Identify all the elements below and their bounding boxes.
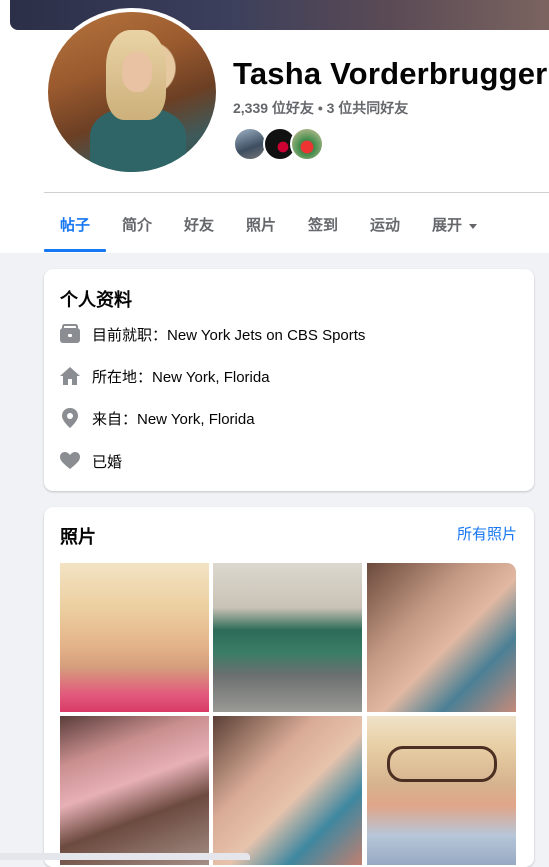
- tab-more[interactable]: 展开: [432, 214, 478, 235]
- intro-item-text: 来自：New York, Florida: [92, 410, 255, 428]
- mutual-friend-avatar[interactable]: [233, 127, 267, 161]
- photos-card: 照片 所有照片: [44, 507, 534, 867]
- mutual-friend-avatar[interactable]: [290, 127, 324, 161]
- tab-about[interactable]: 简介: [122, 214, 152, 235]
- photos-title: 照片: [60, 527, 96, 547]
- photo-thumbnail[interactable]: [367, 563, 516, 712]
- briefcase-icon: [60, 324, 80, 344]
- profile-header: Tasha Vorderbrugger 2,339 位好友 • 3 位共同好友 …: [0, 0, 549, 253]
- intro-item-from: 来自：New York, Florida: [60, 406, 255, 430]
- active-tab-indicator: [44, 249, 106, 252]
- photo-thumbnail[interactable]: [60, 563, 209, 712]
- intro-item-relationship: 已婚: [60, 449, 122, 473]
- photo-thumbnail[interactable]: [213, 716, 362, 865]
- intro-item-work: 目前就职：New York Jets on CBS Sports: [60, 322, 365, 346]
- tab-posts[interactable]: 帖子: [60, 214, 90, 235]
- tab-more-label: 展开: [432, 217, 463, 234]
- caret-down-icon: [469, 223, 478, 229]
- header-divider: [44, 192, 549, 193]
- friends-count[interactable]: 2,339 位好友 • 3 位共同好友: [233, 98, 408, 118]
- location-pin-icon: [60, 408, 80, 428]
- tab-photos[interactable]: 照片: [246, 214, 276, 235]
- tab-friends[interactable]: 好友: [184, 214, 214, 235]
- intro-item-text: 已婚: [92, 453, 123, 471]
- intro-card: 个人资料 目前就职：New York Jets on CBS Sports 所在…: [44, 269, 534, 491]
- intro-item-text: 目前就职：New York Jets on CBS Sports: [92, 326, 366, 344]
- heart-icon: [60, 451, 80, 471]
- glasses-detail: [387, 746, 497, 782]
- bottom-bar: [0, 853, 250, 860]
- intro-item-text: 所在地：New York, Florida: [92, 368, 270, 386]
- all-photos-link[interactable]: 所有照片: [457, 523, 517, 544]
- photo-thumbnail[interactable]: [60, 716, 209, 865]
- photo-thumbnail[interactable]: [367, 716, 516, 865]
- intro-item-lives: 所在地：New York, Florida: [60, 364, 270, 388]
- profile-avatar[interactable]: [48, 12, 216, 172]
- profile-name: Tasha Vorderbrugger: [233, 56, 548, 91]
- photo-thumbnail[interactable]: [213, 563, 362, 712]
- tab-sports[interactable]: 运动: [370, 214, 400, 235]
- tab-checkins[interactable]: 签到: [308, 214, 338, 235]
- home-icon: [60, 366, 80, 386]
- intro-title: 个人资料: [60, 290, 132, 310]
